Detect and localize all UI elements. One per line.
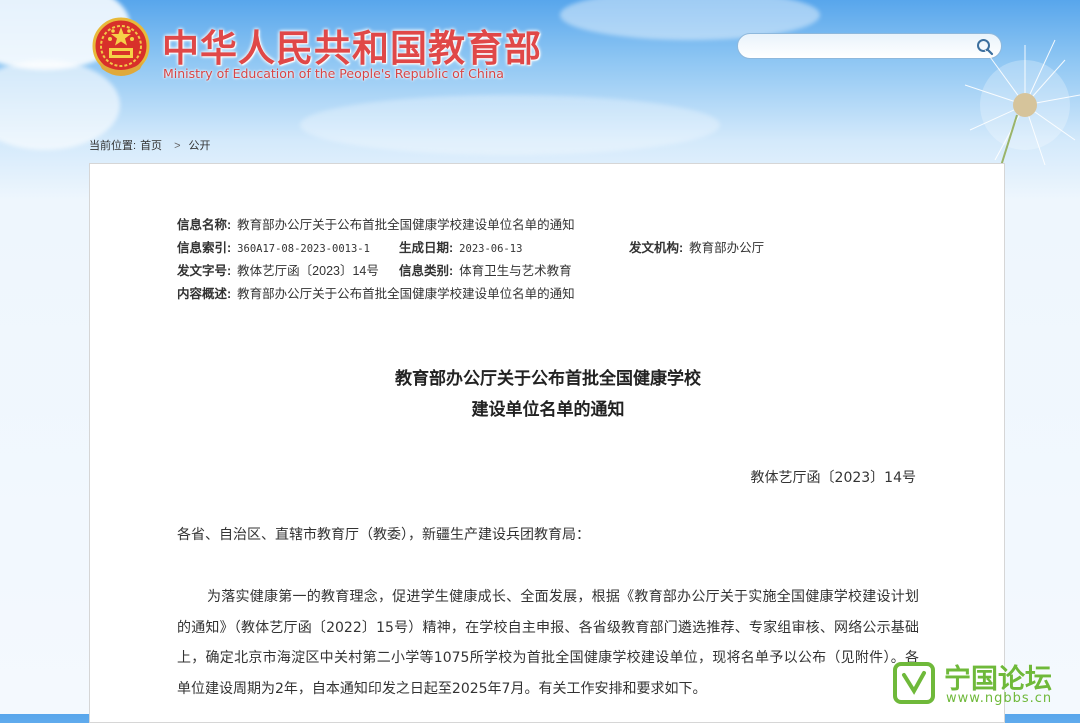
- breadcrumb-home-link[interactable]: 首页: [140, 140, 162, 152]
- watermark-url: www.ngbbs.cn: [946, 691, 1053, 706]
- info-summary-label: 内容概述:: [177, 287, 232, 301]
- info-index-value: 360A17-08-2023-0013-1: [237, 243, 370, 255]
- forum-watermark: 宁国论坛 www.ngbbs.cn: [892, 657, 1078, 709]
- forum-logo-icon: [893, 662, 935, 704]
- breadcrumb-separator: >: [174, 140, 181, 152]
- info-name-label: 信息名称:: [177, 218, 232, 232]
- info-date-label: 生成日期:: [399, 241, 454, 255]
- info-issuer-row: 发文机构: 教育部办公厅: [629, 237, 764, 256]
- document-title-line1: 教育部办公厅关于公布首批全国健康学校: [395, 369, 701, 389]
- document-paragraph: 为落实健康第一的教育理念，促进学生健康成长、全面发展，根据《教育部办公厅关于实施…: [177, 589, 919, 697]
- document-number: 教体艺厅函〔2023〕14号: [750, 470, 916, 486]
- document-salutation: 各省、自治区、直辖市教育厅（教委），新疆生产建设兵团教育局：: [177, 527, 590, 543]
- breadcrumb-prefix: 当前位置:: [89, 140, 137, 152]
- info-category-label: 信息类别:: [399, 264, 454, 278]
- info-summary-value: 教育部办公厅关于公布首批全国健康学校建设单位名单的通知: [237, 287, 575, 301]
- info-docno-value: 教体艺厅函〔2023〕14号: [237, 264, 379, 278]
- info-index-label: 信息索引:: [177, 241, 232, 255]
- info-summary-row: 内容概述: 教育部办公厅关于公布首批全国健康学校建设单位名单的通知: [177, 283, 575, 302]
- info-docno-row: 发文字号: 教体艺厅函〔2023〕14号: [177, 260, 379, 279]
- info-name-row: 信息名称: 教育部办公厅关于公布首批全国健康学校建设单位名单的通知: [177, 214, 575, 233]
- info-index-row: 信息索引: 360A17-08-2023-0013-1: [177, 237, 370, 256]
- national-emblem-icon[interactable]: [92, 17, 150, 81]
- info-category-row: 信息类别: 体育卫生与艺术教育: [399, 260, 572, 279]
- breadcrumb-current-link[interactable]: 公开: [189, 140, 211, 152]
- info-docno-label: 发文字号:: [177, 264, 232, 278]
- breadcrumb: 当前位置: 首页 > 公开: [89, 137, 215, 153]
- site-title[interactable]: 中华人民共和国教育部: [162, 18, 542, 72]
- cloud: [300, 95, 720, 155]
- search-input[interactable]: [750, 37, 974, 57]
- document-title-line2: 建设单位名单的通知: [471, 400, 625, 420]
- info-date-value: 2023-06-13: [459, 243, 523, 255]
- site-subtitle: Ministry of Education of the People's Re…: [163, 66, 504, 81]
- info-name-value: 教育部办公厅关于公布首批全国健康学校建设单位名单的通知: [237, 218, 575, 232]
- info-issuer-label: 发文机构:: [629, 241, 684, 255]
- info-category-value: 体育卫生与艺术教育: [459, 264, 572, 278]
- info-issuer-value: 教育部办公厅: [689, 241, 765, 255]
- content-panel: 信息名称: 教育部办公厅关于公布首批全国健康学校建设单位名单的通知 信息索引: 36…: [89, 163, 1005, 723]
- info-date-row: 生成日期: 2023-06-13: [399, 237, 522, 256]
